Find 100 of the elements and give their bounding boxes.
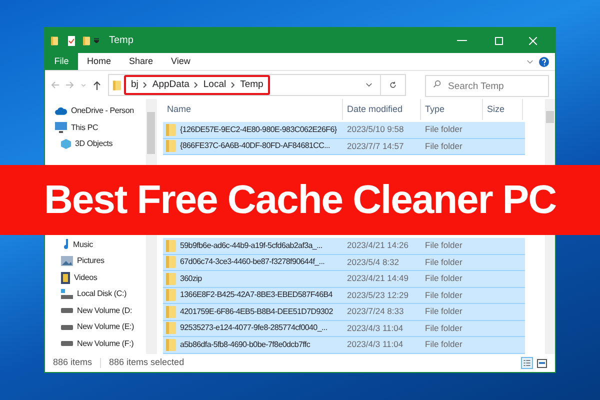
file-row[interactable]: 92535273-e124-4077-9fe8-285774cf0040_... 2023/4/3 11:04 File folder (163, 320, 525, 337)
folder-icon (166, 124, 176, 136)
type-cell-text: File folder (424, 272, 464, 286)
search-icon (433, 80, 441, 88)
type-cell-text: File folder (424, 123, 464, 136)
window-title: Temp (109, 34, 134, 48)
music-note-icon (61, 239, 69, 250)
sidebar-item[interactable]: New Volume (F:) (45, 336, 146, 352)
ribbon-tab[interactable]: Share (120, 53, 162, 70)
cube-icon (61, 139, 71, 150)
breadcrumb-link[interactable]: Temp (240, 78, 264, 92)
sidebar-item[interactable]: Videos (45, 270, 146, 286)
sidebar-item[interactable]: Pictures (45, 253, 146, 270)
folder-icon (166, 272, 176, 285)
date-cell-text: 2023/5/23 12:29 (346, 288, 410, 302)
breadcrumb-link[interactable]: bj (131, 78, 138, 92)
breadcrumb-link[interactable]: AppData (152, 78, 190, 92)
up-arrow-icon[interactable] (93, 80, 101, 90)
headline: Best Free Cache Cleaner PC (44, 177, 556, 224)
item-count: 886 items (53, 356, 92, 370)
type-cell-text: File folder (424, 305, 464, 318)
file-row[interactable]: {866FE37C-6A6B-40DF-80FD-AF84681CC... 2023/7/7 14:57 File folder (163, 138, 525, 155)
date-cell-text: 2023/4/3 11:04 (346, 322, 404, 335)
folder-icon (166, 140, 176, 152)
file-row[interactable]: 59b9fb6e-ad6c-44b9-a19f-5cfd6ab2af3a_... 2023/4/21 14:26 File folder (163, 238, 525, 254)
chevron-right-icon (231, 82, 236, 88)
sidebar-item[interactable]: This PC (45, 120, 146, 136)
file-name: 360zip (180, 272, 202, 285)
folder-icon (166, 256, 176, 268)
date-cell-text: 2023/4/21 14:26 (346, 239, 410, 252)
column-header[interactable]: Size (483, 99, 523, 120)
file-name: a5b86dfa-5fb8-4690-b0be-7f8e0dcb7ffc (180, 338, 310, 351)
ribbon-tab[interactable]: Home (78, 53, 120, 70)
type-cell-text: File folder (424, 288, 464, 302)
file-row[interactable]: 4201759E-6F86-4EB5-B8B4-DEE51D7D9302 2023/7/24 8:33 File folder (163, 304, 525, 320)
date-cell-text: 2023/4/21 14:49 (346, 272, 410, 286)
refresh-icon[interactable] (389, 81, 397, 89)
file-name: 59b9fb6e-ad6c-44b9-a19f-5cfd6ab2af3a_... (180, 240, 322, 252)
folder-icon (166, 289, 176, 302)
folder-icon (51, 36, 58, 46)
chevron-right-icon (194, 82, 198, 88)
folder-icon (113, 80, 121, 90)
sidebar-item[interactable]: Local Disk (C:) (45, 286, 146, 302)
sidebar-item[interactable]: New Volume (D: (45, 302, 146, 319)
file-name: {126DE57E-9EC2-4E80-980E-983C062E26F6} (180, 124, 337, 136)
type-cell-text: File folder (424, 140, 464, 153)
folder-icon (166, 338, 176, 351)
file-row[interactable]: {126DE57E-9EC2-4E80-980E-983C062E26F6} 2023/5/10 9:58 File folder (163, 122, 525, 138)
drive-icon (61, 308, 73, 314)
drive-icon (61, 289, 73, 300)
column-header[interactable]: Name (163, 99, 343, 120)
file-name: 92535273-e124-4077-9fe8-285774cf0040_... (180, 322, 328, 334)
type-cell-text: File folder (424, 239, 464, 252)
file-name: {866FE37C-6A6B-40DF-80FD-AF84681CC... (180, 140, 330, 152)
search-field[interactable]: Search Temp (425, 75, 549, 98)
file-name: 1366E8F2-B425-42A7-8BE3-EBED587F46B4 (180, 289, 332, 302)
sidebar-item[interactable]: 3D Objects (45, 136, 146, 152)
chevron-right-icon (143, 82, 148, 88)
file-name: 4201759E-6F86-4EB5-B8B4-DEE51D7D9302 (180, 306, 333, 318)
details-view-icon[interactable] (521, 357, 533, 369)
scrollbar-thumb[interactable] (546, 111, 554, 123)
folder-icon (166, 322, 176, 334)
address-bar[interactable]: bj AppData Local Temp (108, 74, 406, 96)
date-cell-text: 2023/7/7 14:57 (346, 140, 405, 153)
chevron-down-icon[interactable] (527, 60, 533, 64)
dropdown-arrow-icon[interactable] (94, 38, 99, 43)
help-icon[interactable] (539, 56, 549, 66)
breadcrumb-link[interactable]: Local (203, 78, 226, 92)
scrollbar-thumb[interactable] (147, 112, 155, 154)
selection-count: 886 items selected (109, 356, 184, 370)
checklist-icon[interactable] (68, 36, 75, 46)
drive-icon (61, 324, 73, 330)
date-cell-text: 2023/5/4 8:32 (346, 256, 400, 269)
preview-view-icon[interactable] (537, 358, 547, 368)
chevron-down-icon[interactable] (366, 83, 372, 87)
sidebar-item[interactable]: New Volume (E:) (45, 319, 146, 336)
maximize-icon[interactable] (495, 36, 503, 44)
folder-icon (166, 240, 176, 252)
close-icon[interactable] (529, 36, 537, 44)
type-cell-text: File folder (424, 256, 464, 269)
file-row[interactable]: 360zip 2023/4/21 14:49 File folder (163, 271, 525, 288)
date-cell-text: 2023/5/10 9:58 (346, 123, 405, 136)
date-cell-text: 2023/7/24 8:33 (346, 305, 405, 318)
film-icon (61, 272, 70, 284)
file-name: 67d06c74-3ce3-4460-be87-f3278f90644f_... (180, 256, 325, 268)
column-header[interactable]: Type (421, 99, 483, 120)
file-tab[interactable]: File (45, 53, 78, 70)
ribbon-tab[interactable]: View (162, 53, 200, 70)
file-row[interactable]: 67d06c74-3ce3-4460-be87-f3278f90644f_... 2023/5/4 8:32 File folder (163, 254, 525, 271)
file-row[interactable]: a5b86dfa-5fb8-4690-b0be-7f8e0dcb7ffc 2023/4/3 11:04 File folder (163, 337, 525, 354)
sidebar-item[interactable]: Music (45, 236, 146, 253)
date-cell-text: 2023/4/3 11:04 (346, 338, 404, 352)
cloud-icon (55, 107, 67, 116)
file-row[interactable]: 1366E8F2-B425-42A7-8BE3-EBED587F46B4 2023/5/23 12:29 File folder (163, 288, 525, 304)
monitor-icon (55, 122, 67, 134)
sidebar-item[interactable]: OneDrive - Person (45, 103, 146, 120)
folder-icon (83, 36, 90, 46)
column-header[interactable]: Date modified (343, 99, 421, 120)
folder-icon (166, 306, 176, 318)
picture-icon (61, 256, 73, 266)
